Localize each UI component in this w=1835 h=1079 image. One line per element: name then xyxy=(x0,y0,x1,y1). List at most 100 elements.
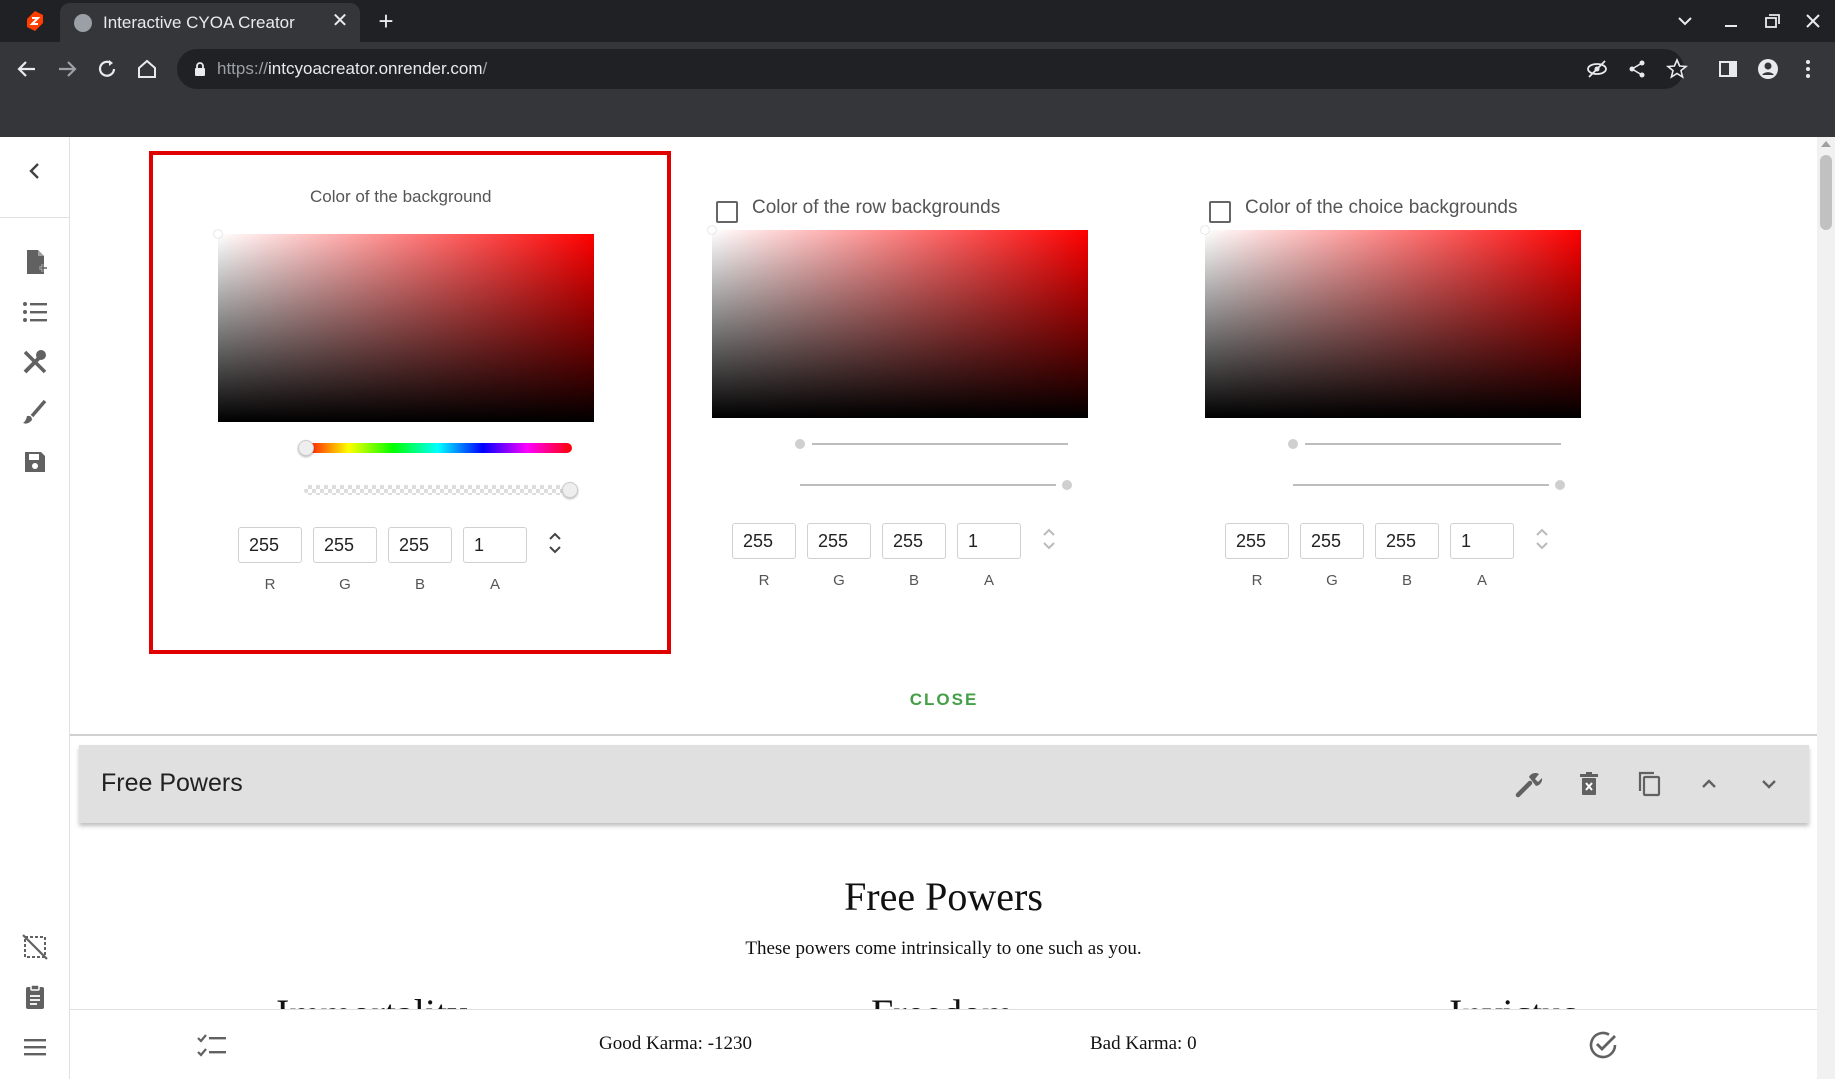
saturation-value-area[interactable] xyxy=(214,230,594,422)
alpha-input[interactable] xyxy=(463,527,527,563)
save-icon[interactable] xyxy=(15,442,55,482)
row-header-title: Free Powers xyxy=(101,769,243,797)
browser-tab[interactable]: Interactive CYOA Creator ✕ xyxy=(60,3,360,42)
hamburger-menu-icon[interactable] xyxy=(15,1027,55,1067)
svelte-app-icon[interactable] xyxy=(25,10,45,32)
side-panel-icon[interactable] xyxy=(1711,52,1745,86)
green-label: G xyxy=(339,576,351,593)
alpha-label: A xyxy=(489,576,500,593)
close-window-icon[interactable] xyxy=(1798,8,1828,34)
checklist-icon[interactable] xyxy=(192,1025,232,1065)
hue-slider[interactable] xyxy=(1305,443,1561,445)
blue-label: B xyxy=(1401,572,1412,589)
move-down-chevron-icon[interactable] xyxy=(1750,765,1788,803)
url-text[interactable]: https://intcyoacreator.onrender.com/ xyxy=(217,59,487,79)
format-toggle-icon[interactable] xyxy=(1040,524,1058,554)
saturation-value-area[interactable] xyxy=(1201,226,1581,418)
tab-close-icon[interactable]: ✕ xyxy=(328,9,352,33)
red-label: R xyxy=(264,576,276,593)
green-label: G xyxy=(1326,572,1338,589)
format-toggle-icon[interactable] xyxy=(546,528,564,558)
address-bar[interactable]: https://intcyoacreator.onrender.com/ xyxy=(177,49,1689,89)
red-label: R xyxy=(1251,572,1263,589)
green-input[interactable] xyxy=(313,527,377,563)
forward-icon[interactable] xyxy=(50,52,84,86)
sv-cursor[interactable] xyxy=(708,226,716,234)
hue-slider-knob[interactable] xyxy=(795,439,805,449)
move-up-chevron-icon[interactable] xyxy=(1690,765,1728,803)
alpha-label: A xyxy=(983,572,994,589)
eye-off-icon[interactable] xyxy=(1585,57,1609,81)
red-input[interactable] xyxy=(1225,523,1289,559)
wrench-icon[interactable] xyxy=(1510,765,1548,803)
alpha-slider[interactable] xyxy=(800,484,1056,486)
bad-karma-points: Bad Karma: 0 xyxy=(1090,1033,1197,1054)
sv-cursor[interactable] xyxy=(1201,226,1209,234)
copy-icon[interactable] xyxy=(1630,765,1668,803)
green-label: G xyxy=(833,572,845,589)
tab-search-icon[interactable] xyxy=(1670,8,1700,34)
alpha-slider[interactable] xyxy=(304,482,578,498)
alpha-input[interactable] xyxy=(1450,523,1514,559)
back-icon[interactable] xyxy=(10,52,44,86)
blue-label: B xyxy=(414,576,425,593)
check-circle-icon[interactable] xyxy=(1583,1025,1623,1065)
restore-icon[interactable] xyxy=(1757,8,1787,34)
page-scrollbar[interactable] xyxy=(1817,137,1835,1079)
delete-icon[interactable] xyxy=(1570,765,1608,803)
reload-icon[interactable] xyxy=(90,52,124,86)
blue-input[interactable] xyxy=(1375,523,1439,559)
hue-slider[interactable] xyxy=(812,443,1068,445)
collapse-chevron-icon[interactable] xyxy=(15,151,55,191)
row-background-checkbox[interactable] xyxy=(716,201,738,223)
green-input[interactable] xyxy=(807,523,871,559)
minimize-icon[interactable] xyxy=(1716,8,1746,34)
blue-input[interactable] xyxy=(388,527,452,563)
bookmark-star-icon[interactable] xyxy=(1665,57,1689,81)
saturation-value-area[interactable] xyxy=(708,226,1088,418)
picker-title: Color of the row backgrounds xyxy=(752,197,1001,218)
blue-input[interactable] xyxy=(882,523,946,559)
share-icon[interactable] xyxy=(1625,57,1649,81)
browser-menu-icon[interactable] xyxy=(1791,52,1825,86)
list-icon[interactable] xyxy=(15,292,55,332)
browser-tab-bar: Interactive CYOA Creator ✕ + xyxy=(0,0,1835,42)
hue-slider-knob[interactable] xyxy=(298,440,314,456)
scroll-up-arrow-icon[interactable] xyxy=(1821,141,1831,147)
alpha-input[interactable] xyxy=(957,523,1021,559)
choice-background-checkbox[interactable] xyxy=(1209,201,1231,223)
hue-slider[interactable] xyxy=(298,440,572,456)
scrollbar-thumb[interactable] xyxy=(1820,155,1832,230)
red-label: R xyxy=(758,572,770,589)
browser-toolbar: https://intcyoacreator.onrender.com/ xyxy=(0,42,1835,137)
home-icon[interactable] xyxy=(130,52,164,86)
red-input[interactable] xyxy=(732,523,796,559)
hue-slider-knob[interactable] xyxy=(1288,439,1298,449)
clipboard-icon[interactable] xyxy=(15,977,55,1017)
alpha-slider-knob[interactable] xyxy=(1555,480,1565,490)
profile-icon[interactable] xyxy=(1751,52,1785,86)
blue-label: B xyxy=(908,572,919,589)
row-description: These powers come intrinsically to one s… xyxy=(745,938,1142,959)
format-toggle-icon[interactable] xyxy=(1533,524,1551,554)
sv-cursor[interactable] xyxy=(214,230,222,238)
brush-icon[interactable] xyxy=(15,392,55,432)
lock-icon[interactable] xyxy=(193,61,207,77)
good-karma-points: Good Karma: -1230 xyxy=(599,1033,753,1054)
new-file-icon[interactable] xyxy=(15,242,55,282)
new-tab-button[interactable]: + xyxy=(372,7,400,35)
alpha-slider-knob[interactable] xyxy=(562,482,578,498)
picker-title: Color of the choice backgrounds xyxy=(1245,197,1518,218)
green-input[interactable] xyxy=(1300,523,1364,559)
close-button[interactable]: CLOSE xyxy=(900,688,988,712)
deselect-icon[interactable] xyxy=(15,927,55,967)
tools-icon[interactable] xyxy=(15,342,55,382)
tab-favicon-icon xyxy=(74,14,92,32)
row-header-bar: Free Powers xyxy=(79,745,1809,823)
alpha-slider-knob[interactable] xyxy=(1062,480,1072,490)
sidebar-divider xyxy=(0,217,70,218)
tab-title: Interactive CYOA Creator xyxy=(103,13,295,32)
red-input[interactable] xyxy=(238,527,302,563)
editor-sidebar xyxy=(0,137,70,1079)
alpha-slider[interactable] xyxy=(1293,484,1549,486)
